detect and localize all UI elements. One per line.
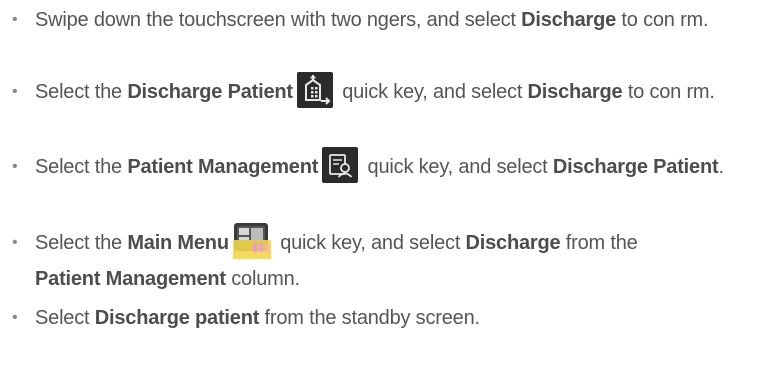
main-menu-quick-key-icon xyxy=(232,222,271,259)
bullet: • xyxy=(12,11,18,28)
item-text: to con rm. xyxy=(616,9,709,31)
item-text: Swipe down the touchscreen with two nger… xyxy=(35,9,522,31)
list-item: • Swipe down the touchscreen with two ng… xyxy=(0,2,768,38)
discharge-label: Discharge xyxy=(521,9,617,31)
list-item: • Select the Main Menu quick key, and se… xyxy=(0,222,768,297)
item-text: Select the xyxy=(35,156,128,178)
patient-management-label: Patient Management xyxy=(35,268,226,290)
discharge-patient-quick-key-icon xyxy=(296,71,333,108)
bullet: • xyxy=(12,83,18,100)
discharge-patient-label: Discharge Patient xyxy=(127,81,293,103)
discharge-label: Discharge xyxy=(527,81,623,103)
list-item: • Select the Discharge Patient quick key… xyxy=(0,71,768,110)
item-text: from the xyxy=(560,232,638,254)
item-text: quick key, and select xyxy=(336,81,528,103)
item-text: column. xyxy=(225,268,300,290)
main-menu-label: Main Menu xyxy=(127,232,229,254)
list-item: • Select Discharge patient from the stan… xyxy=(0,300,768,336)
item-text: Select the xyxy=(35,81,128,103)
item-text: Select xyxy=(35,307,95,329)
patient-management-quick-key-icon xyxy=(322,146,359,183)
bullet: • xyxy=(12,309,18,326)
bullet: • xyxy=(12,158,18,175)
item-text: from the standby screen. xyxy=(259,307,481,329)
bullet: • xyxy=(12,234,18,251)
patient-management-label: Patient Management xyxy=(127,156,319,178)
list-item: • Select the Patient Management quick ke… xyxy=(0,146,768,185)
item-text: quick key, and select xyxy=(274,232,466,254)
discharge-patient-label: Discharge Patient xyxy=(552,156,719,178)
item-text: . xyxy=(718,156,724,178)
item-text: quick key, and select xyxy=(362,156,553,178)
discharge-patient-label: Discharge patient xyxy=(94,307,260,329)
item-text: Select the xyxy=(35,232,128,254)
discharge-label: Discharge xyxy=(465,232,561,254)
item-text: to con rm. xyxy=(622,81,715,103)
